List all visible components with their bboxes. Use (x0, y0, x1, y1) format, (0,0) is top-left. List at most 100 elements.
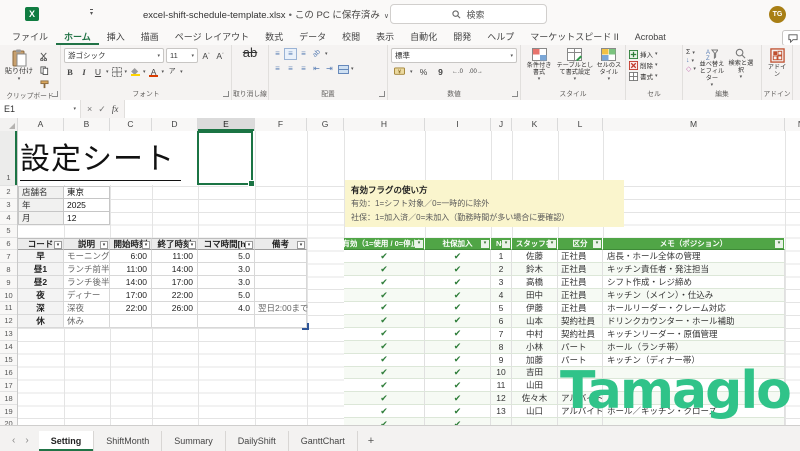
filter-dropdown-icon[interactable]: ▾ (100, 241, 108, 249)
column-header-K[interactable]: K (512, 118, 558, 131)
column-header-N[interactable]: N (785, 118, 800, 131)
info-label[interactable]: 年 (18, 199, 64, 212)
row-header-4[interactable]: 4 (0, 212, 17, 225)
row-header-18[interactable]: 18 (0, 392, 17, 405)
row-header-12[interactable]: 12 (0, 315, 17, 328)
fill-down-icon[interactable]: ↓▾ (686, 57, 696, 64)
decrease-font-icon[interactable]: Aˇ (214, 50, 226, 62)
shift-header-cell[interactable]: 開始時刻▾ (110, 238, 152, 251)
row-header-16[interactable]: 16 (0, 366, 17, 379)
staff-no-cell[interactable]: 11 (491, 379, 512, 392)
currency-icon[interactable]: ¥ (393, 66, 405, 78)
row-header-1[interactable]: 1 (0, 131, 17, 186)
cancel-icon[interactable]: × (87, 104, 92, 114)
align-middle-icon[interactable]: ≡ (285, 49, 296, 59)
staff-no-cell[interactable] (491, 418, 512, 425)
row-header-10[interactable]: 10 (0, 289, 17, 302)
select-all-corner[interactable] (0, 118, 18, 131)
filter-dropdown-icon[interactable]: ▾ (142, 241, 150, 249)
shift-cell[interactable] (255, 263, 307, 276)
staff-no-cell[interactable]: 4 (491, 289, 512, 302)
staff-no-cell[interactable]: 3 (491, 276, 512, 289)
staff-memo-cell[interactable]: ホール（ランチ帯） (603, 341, 785, 354)
shift-cell[interactable]: 14:00 (110, 276, 152, 289)
add-sheet-button[interactable]: + (358, 435, 384, 451)
row-header-8[interactable]: 8 (0, 263, 17, 276)
percent-icon[interactable]: % (418, 66, 430, 78)
shift-cell[interactable]: 翌日2:00まで (255, 302, 307, 315)
sheet-tab-shiftmonth[interactable]: ShiftMonth (94, 431, 162, 451)
shift-cell[interactable] (255, 289, 307, 302)
column-header-G[interactable]: G (307, 118, 344, 131)
sheet-tab-dailyshift[interactable]: DailyShift (226, 431, 289, 451)
staff-insured-cell[interactable]: ✔ (425, 263, 491, 276)
column-header-B[interactable]: B (64, 118, 110, 131)
staff-name-cell[interactable]: 佐々木 (512, 392, 558, 405)
format-cells-button[interactable]: 書式▾ (629, 71, 658, 81)
staff-no-cell[interactable]: 12 (491, 392, 512, 405)
staff-header-cell[interactable]: 区分▾ (558, 238, 603, 251)
copy-icon[interactable] (38, 64, 50, 76)
shift-cell[interactable]: 5.0 (198, 289, 255, 302)
staff-no-cell[interactable]: 1 (491, 250, 512, 263)
shift-cell[interactable] (110, 315, 152, 328)
row-header-14[interactable]: 14 (0, 341, 17, 354)
row-header-13[interactable]: 13 (0, 328, 17, 341)
shift-cell[interactable]: 11:00 (152, 250, 198, 263)
shift-cell[interactable]: 3.0 (198, 263, 255, 276)
row-header-6[interactable]: 6 (0, 238, 17, 251)
search-box[interactable]: 検索 (390, 4, 547, 24)
sheet-tab-ganttchart[interactable]: GanttChart (289, 431, 358, 451)
staff-insured-cell[interactable]: ✔ (425, 302, 491, 315)
sheet-tab-setting[interactable]: Setting (39, 431, 95, 451)
next-sheet-icon[interactable]: › (25, 435, 28, 446)
staff-insured-cell[interactable]: ✔ (425, 405, 491, 418)
fill-color-icon[interactable] (129, 66, 141, 78)
staff-name-cell[interactable]: 中村 (512, 328, 558, 341)
prev-sheet-icon[interactable]: ‹ (12, 435, 15, 446)
info-label[interactable]: 店舗名 (18, 186, 64, 199)
dialog-launcher-icon[interactable] (223, 91, 229, 97)
enter-icon[interactable]: ✓ (98, 104, 106, 115)
menu-tab-page-layout[interactable]: ページ レイアウト (167, 28, 257, 45)
staff-valid-cell[interactable]: ✔ (344, 289, 425, 302)
dialog-launcher-icon[interactable] (512, 91, 518, 97)
name-box[interactable]: E1▾ (0, 100, 81, 118)
column-header-M[interactable]: M (603, 118, 785, 131)
shift-cell[interactable]: 夜 (18, 289, 64, 302)
staff-valid-cell[interactable]: ✔ (344, 341, 425, 354)
menu-tab-draw[interactable]: 描画 (133, 28, 167, 45)
staff-valid-cell[interactable]: ✔ (344, 392, 425, 405)
staff-memo-cell[interactable]: キッチン（メイン）・仕込み (603, 289, 785, 302)
shift-header-cell[interactable]: コマ時間[h]▾ (198, 238, 255, 251)
row-header-17[interactable]: 17 (0, 379, 17, 392)
selected-cell-E1[interactable] (197, 131, 253, 185)
staff-no-cell[interactable]: 2 (491, 263, 512, 276)
info-value[interactable]: 2025 (64, 199, 110, 212)
staff-insured-cell[interactable]: ✔ (425, 354, 491, 367)
row-header-19[interactable]: 19 (0, 405, 17, 418)
staff-name-cell[interactable]: 伊藤 (512, 302, 558, 315)
font-size-select[interactable]: 11▾ (166, 48, 198, 63)
find-select-button[interactable]: 検索と選択▾ (728, 48, 754, 79)
staff-name-cell[interactable]: 加藤 (512, 354, 558, 367)
staff-name-cell[interactable]: 山口 (512, 405, 558, 418)
font-name-select[interactable]: 游ゴシック▾ (64, 48, 164, 63)
shift-cell[interactable]: ランチ後半 (64, 276, 110, 289)
staff-memo-cell[interactable]: ホールリーダー・クレーム対応 (603, 302, 785, 315)
fill-handle[interactable] (248, 180, 255, 187)
staff-memo-cell[interactable]: キッチン責任者・発注担当 (603, 263, 785, 276)
staff-type-cell[interactable]: 正社員 (558, 263, 603, 276)
column-header-F[interactable]: F (255, 118, 307, 131)
decrease-indent-icon[interactable]: ⇤ (311, 64, 322, 74)
comments-button[interactable] (782, 30, 800, 46)
shift-cell[interactable]: 休 (18, 315, 64, 328)
format-painter-icon[interactable] (38, 78, 50, 90)
row-header-3[interactable]: 3 (0, 199, 17, 212)
row-header-2[interactable]: 2 (0, 186, 17, 199)
menu-tab-insert[interactable]: 挿入 (99, 28, 133, 45)
column-header-A[interactable]: A (18, 118, 64, 131)
menu-tab-marketspeed[interactable]: マーケットスピード II (522, 28, 627, 45)
avatar[interactable]: TG (769, 6, 786, 23)
staff-valid-cell[interactable]: ✔ (344, 405, 425, 418)
